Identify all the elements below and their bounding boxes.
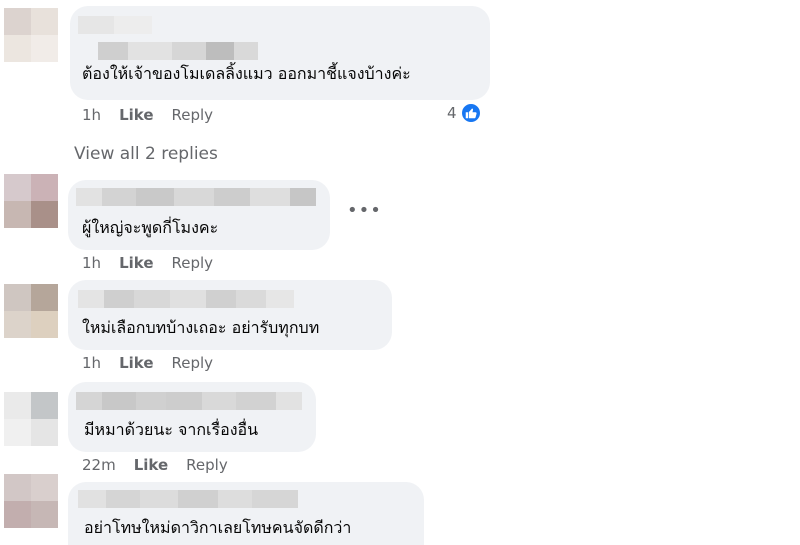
reaction-summary[interactable]: 4	[447, 102, 482, 124]
author-name-blurred[interactable]	[78, 290, 294, 308]
comment-text: ใหม่เลือกบทบ้างเถอะ อย่ารับทุกบท	[82, 318, 320, 337]
thumbs-up-icon	[465, 108, 477, 119]
comment-text: มีหมาด้วยนะ จากเรื่องอื่น	[84, 420, 259, 439]
author-name-blurred[interactable]	[76, 188, 316, 206]
like-button[interactable]: Like	[134, 456, 168, 474]
comment-text: อย่าโทษใหม่ดาวิกาเลยโทษคนจัดดีกว่า	[84, 518, 352, 537]
reply-button[interactable]: Reply	[172, 354, 214, 372]
comment-time[interactable]: 1h	[82, 354, 101, 372]
author-name-blurred[interactable]	[76, 392, 302, 410]
avatar[interactable]	[4, 8, 58, 62]
reply-button[interactable]: Reply	[172, 106, 214, 124]
avatar[interactable]	[4, 392, 58, 446]
author-name-blurred[interactable]	[78, 490, 298, 508]
comment-text: ต้องให้เจ้าของโมเดลลิ้งแมว ออกมาชี้แจงบ้…	[82, 64, 411, 83]
author-name-blurred[interactable]	[78, 16, 152, 34]
avatar[interactable]	[4, 174, 58, 228]
like-reaction-icon	[459, 102, 482, 124]
like-button[interactable]: Like	[119, 354, 153, 372]
comment-text: ผู้ใหญ่จะพูดกี่โมงคะ	[82, 218, 219, 237]
like-button[interactable]: Like	[119, 106, 153, 124]
reply-button[interactable]: Reply	[172, 254, 214, 272]
view-replies-link[interactable]: View all 2 replies	[74, 144, 218, 164]
comment-actions: 1h Like Reply	[82, 254, 213, 272]
comment-actions: 1h Like Reply	[82, 106, 213, 124]
author-name-blurred	[98, 42, 258, 60]
comment-actions: 22m Like Reply	[82, 456, 228, 474]
reply-button[interactable]: Reply	[186, 456, 228, 474]
comment-actions: 1h Like Reply	[82, 354, 213, 372]
avatar[interactable]	[4, 284, 58, 338]
avatar[interactable]	[4, 474, 58, 528]
more-options-icon[interactable]: •••	[347, 200, 382, 221]
comment-time[interactable]: 22m	[82, 456, 116, 474]
comment-time[interactable]: 1h	[82, 254, 101, 272]
reaction-count: 4	[447, 104, 457, 122]
comment-time[interactable]: 1h	[82, 106, 101, 124]
like-button[interactable]: Like	[119, 254, 153, 272]
